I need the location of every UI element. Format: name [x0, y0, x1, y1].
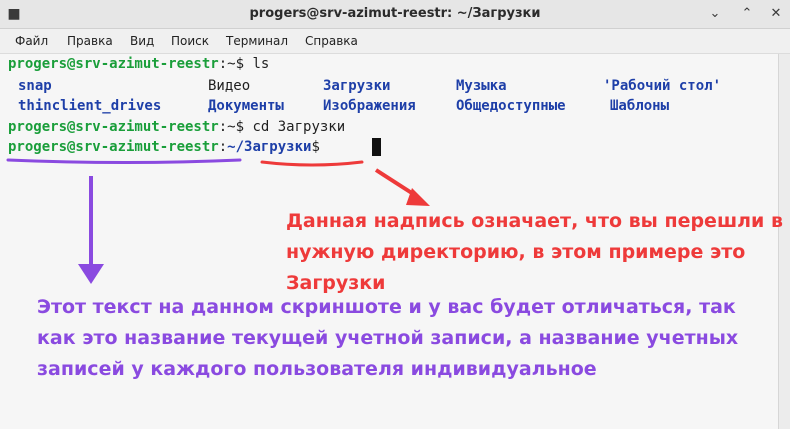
terminal-window: ■ progers@srv-azimut-reestr: ~/Загрузки …: [0, 0, 790, 429]
user-underline: [6, 158, 242, 164]
red-annotation: Данная надпись означает, что вы перешли …: [286, 210, 783, 294]
path-underline: [260, 160, 364, 167]
purple-arrowhead: [78, 264, 104, 284]
purple-annotation: Этот текст на данном скриншоте и у вас б…: [37, 296, 739, 380]
